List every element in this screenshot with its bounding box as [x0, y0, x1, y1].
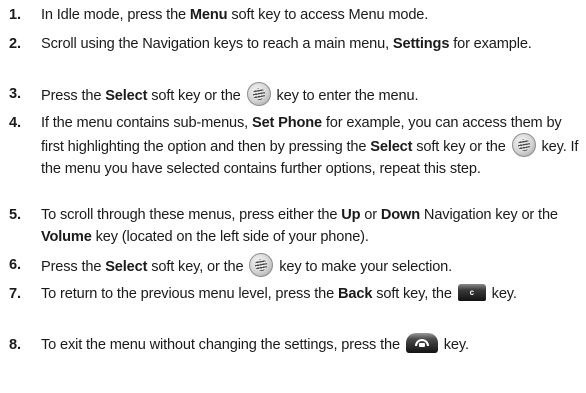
end-power-key-icon: [405, 333, 438, 354]
up-key-label: Up: [341, 207, 361, 223]
step-number: 5.: [9, 207, 21, 223]
step-text: To return to the previous menu level, pr…: [41, 283, 581, 306]
step-text: Press the Select soft key, or the key to…: [41, 253, 581, 279]
navigation-select-key-icon: [249, 253, 274, 277]
navigation-select-key-icon: [246, 82, 271, 106]
select-key-label: Select: [370, 138, 413, 155]
step-text: Scroll using the Navigation keys to reac…: [41, 36, 532, 52]
volume-key-label: Volume: [41, 228, 92, 245]
step-text: If the menu contains sub-menus, Set Phon…: [41, 115, 579, 177]
select-key-label: Select: [105, 87, 148, 104]
step-number: 6.: [9, 257, 21, 273]
select-key-label: Select: [105, 258, 148, 275]
step-text: In Idle mode, press the Menu soft key to…: [41, 7, 429, 23]
step-text: Press the Select soft key or the key to …: [41, 82, 581, 108]
step-number: 8.: [9, 337, 21, 353]
instruction-list: 1. In Idle mode, press the Menu soft key…: [0, 0, 586, 393]
clear-key-icon: c: [457, 283, 486, 301]
step-number: 1.: [9, 7, 21, 23]
back-key-label: Back: [338, 286, 373, 302]
step-text: To exit the menu without changing the se…: [41, 333, 581, 357]
step-number: 7.: [9, 286, 21, 302]
set-phone-label: Set Phone: [251, 115, 322, 131]
menu-key-label: Menu: [189, 7, 228, 23]
step-text: To scroll through these menus, press eit…: [41, 207, 558, 245]
navigation-select-key-icon: [511, 132, 536, 157]
step-number: 4.: [9, 115, 21, 131]
step-number: 2.: [9, 36, 21, 52]
settings-label: Settings: [392, 36, 450, 52]
step-number: 3.: [9, 86, 21, 102]
down-key-label: Down: [380, 207, 421, 223]
